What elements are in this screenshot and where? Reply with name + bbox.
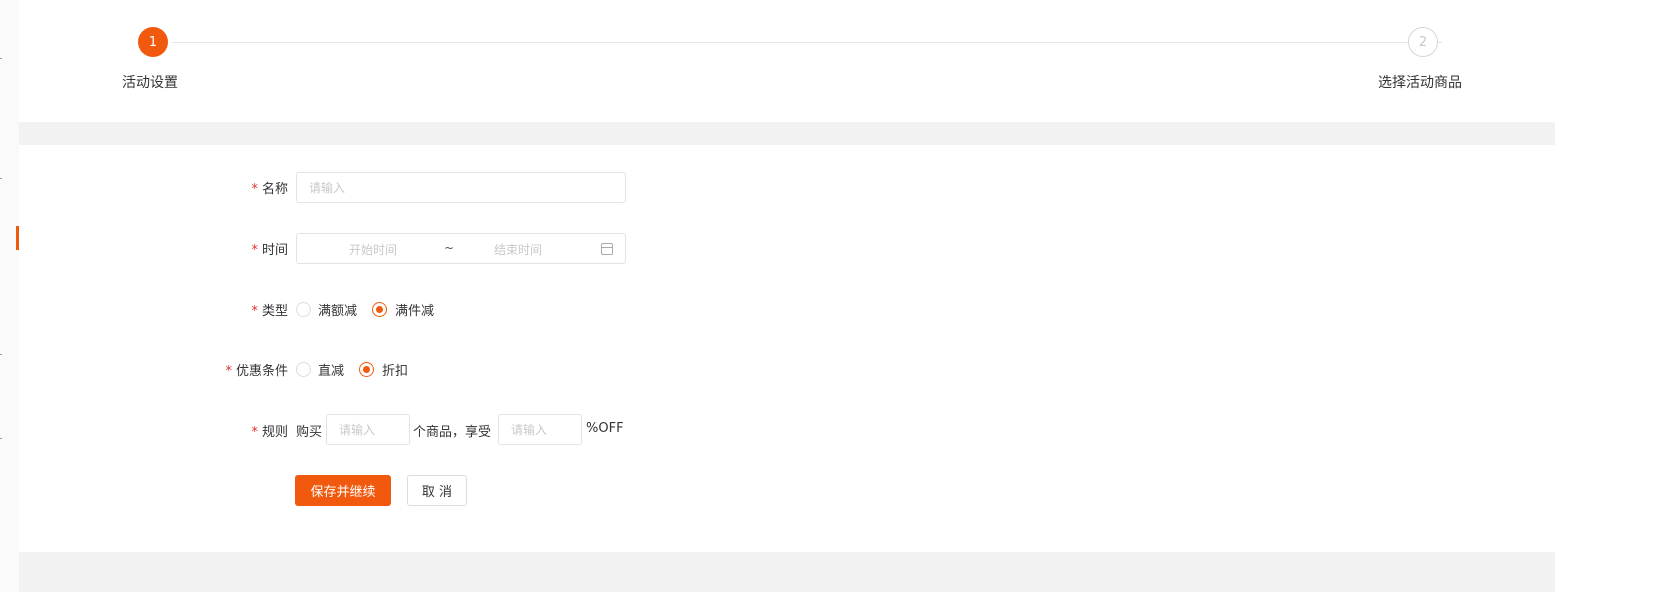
discount-condition-label-text: 优惠条件	[235, 364, 288, 379]
step-1-indicator: 1	[138, 27, 168, 57]
steps-panel: 1 2 活动设置 选择活动商品	[19, 0, 1555, 122]
rule-label: * 规则	[168, 421, 288, 440]
calendar-icon[interactable]	[601, 243, 613, 255]
time-range-picker[interactable]: 开始时间 ~ 结束时间	[296, 233, 626, 264]
required-mark: *	[225, 364, 232, 379]
left-sidebar-strip	[0, 0, 19, 592]
time-label: * 时间	[168, 239, 288, 258]
right-blank-area	[1555, 0, 1657, 592]
range-separator: ~	[444, 241, 455, 255]
type-radio-full-amount[interactable]	[296, 302, 311, 317]
sidebar-tick	[0, 58, 2, 59]
type-radio-full-quantity[interactable]	[372, 302, 387, 317]
name-label: * 名称	[168, 178, 288, 197]
rule-prefix: 购买	[296, 425, 323, 440]
rule-middle-text: 个商品，享受	[413, 425, 492, 440]
start-time-placeholder[interactable]: 开始时间	[349, 241, 397, 258]
time-label-text: 时间	[261, 243, 288, 258]
required-mark: *	[251, 304, 258, 319]
step-2-label: 选择活动商品	[1378, 75, 1462, 91]
rule-quantity-input[interactable]: 请输入	[326, 414, 410, 445]
rule-label-text: 规则	[261, 425, 288, 440]
rule-suffix: %OFF	[586, 421, 624, 436]
condition-option-discount[interactable]: 折扣	[382, 360, 408, 379]
condition-radio-direct[interactable]	[296, 362, 311, 377]
required-mark: *	[251, 425, 258, 440]
end-time-placeholder[interactable]: 结束时间	[494, 241, 542, 258]
type-option-full-quantity[interactable]: 满件减	[395, 300, 434, 319]
name-input[interactable]: 请输入	[296, 172, 626, 203]
condition-radio-discount[interactable]	[359, 362, 374, 377]
name-label-text: 名称	[261, 182, 288, 197]
cancel-button[interactable]: 取 消	[407, 475, 467, 506]
activity-settings-form: * 名称 请输入 * 时间 开始时间 ~ 结束时间 * 类型 满额减 满件减 * 优惠条…	[19, 145, 1555, 552]
step-1-label: 活动设置	[122, 75, 178, 91]
type-label-text: 类型	[261, 304, 288, 319]
sidebar-tick	[0, 354, 2, 355]
type-option-full-amount[interactable]: 满额减	[318, 300, 357, 319]
step-connector	[172, 42, 1442, 43]
type-label: * 类型	[168, 300, 288, 319]
sidebar-tick	[0, 438, 2, 439]
required-mark: *	[251, 243, 258, 258]
required-mark: *	[251, 182, 258, 197]
save-and-continue-button[interactable]: 保存并继续	[295, 475, 391, 506]
condition-option-direct[interactable]: 直减	[318, 360, 344, 379]
discount-condition-label: * 优惠条件	[168, 360, 288, 379]
step-2-indicator: 2	[1408, 27, 1438, 57]
rule-percent-input[interactable]: 请输入	[498, 414, 582, 445]
sidebar-tick	[0, 178, 2, 179]
